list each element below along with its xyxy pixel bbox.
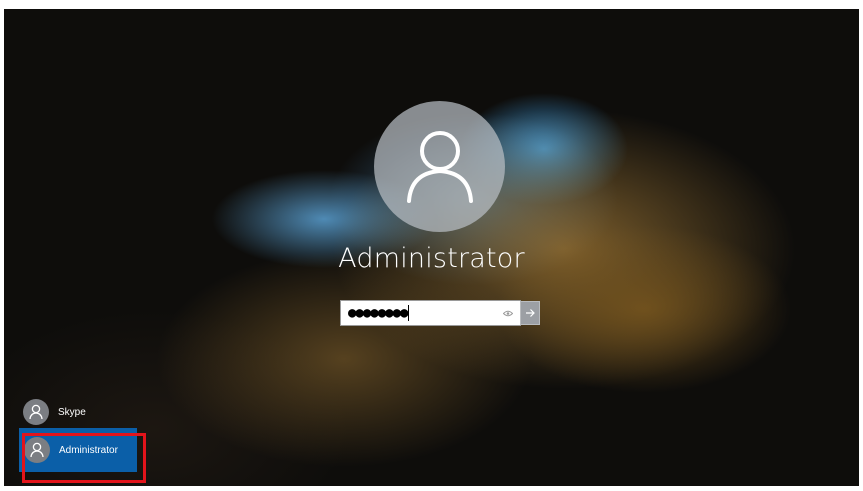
user-icon (29, 404, 43, 420)
user-entry-skype[interactable]: Skype (23, 397, 86, 427)
username-label: Administrator (338, 243, 525, 274)
submit-button[interactable] (520, 301, 540, 325)
lock-screen: Administrator ●●●●●●●● (4, 9, 859, 486)
highlight-annotation (22, 433, 146, 483)
user-icon (406, 130, 473, 203)
eye-icon[interactable] (503, 310, 513, 317)
arrow-right-icon (526, 309, 535, 317)
password-field[interactable]: ●●●●●●●● (340, 300, 521, 326)
user-entry-label: Skype (58, 406, 86, 418)
password-row: ●●●●●●●● (340, 300, 540, 326)
password-value: ●●●●●●●● (348, 305, 408, 321)
user-avatar-large (374, 101, 505, 232)
text-caret (408, 305, 410, 321)
user-avatar-small (23, 399, 49, 425)
